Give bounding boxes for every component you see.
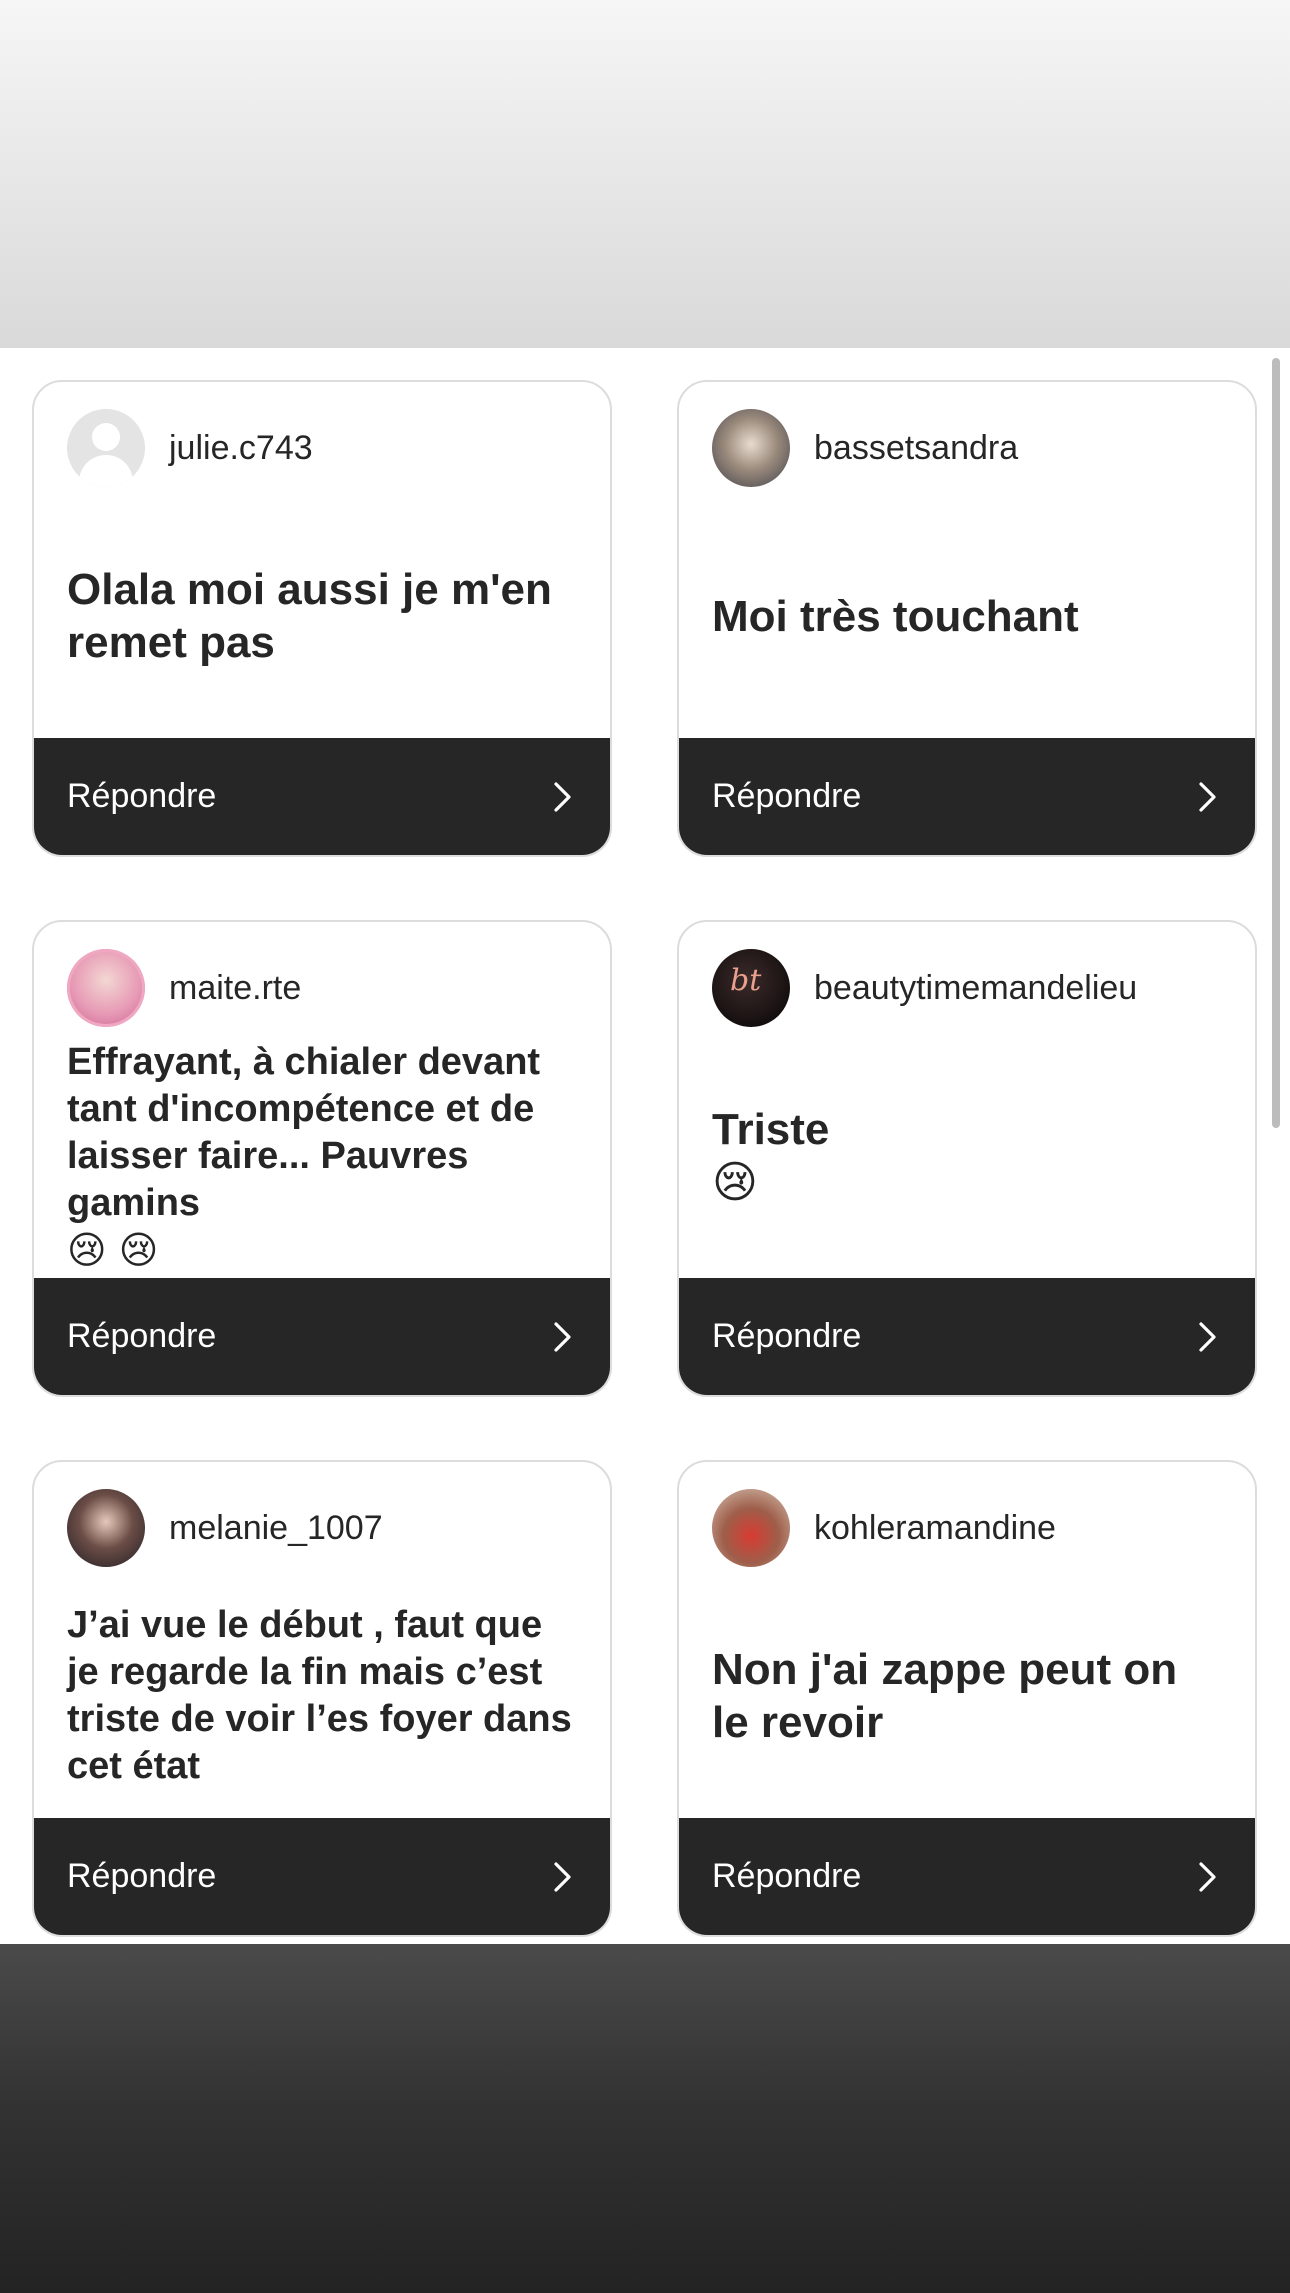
reply-label: Répondre (712, 1857, 862, 1895)
reply-button[interactable]: Répondre (679, 1818, 1255, 1935)
reply-label: Répondre (67, 777, 217, 815)
comment-body: J’ai vue le début , faut que je regarde … (67, 1604, 572, 1787)
username[interactable]: bassetsandra (814, 429, 1018, 468)
reply-label: Répondre (67, 1317, 217, 1355)
username[interactable]: kohleramandine (814, 1509, 1056, 1548)
comment-body: Effrayant, à chialer devant tant d'incom… (67, 1040, 541, 1224)
card-header: bt beautytimemandelieu (712, 949, 1137, 1027)
chevron-right-icon (1194, 1861, 1222, 1892)
story-background-top (0, 0, 1290, 348)
crying-face-emoji: 😢 😢 (67, 1227, 159, 1272)
avatar[interactable] (712, 409, 790, 487)
chevron-right-icon (1194, 781, 1222, 812)
story-background-bottom (0, 1944, 1290, 2293)
username[interactable]: beautytimemandelieu (814, 969, 1137, 1008)
avatar[interactable] (67, 1489, 145, 1567)
comment-body-wrap: Effrayant, à chialer devant tant d'incom… (67, 1039, 577, 1274)
comment-text: Moi très touchant (712, 492, 1222, 740)
comment-body: Non j'ai zappe peut on le revoir (712, 1645, 1178, 1747)
comment-body: Moi très touchant (712, 591, 1079, 641)
reply-button[interactable]: Répondre (34, 1818, 610, 1935)
card-header: melanie_1007 (67, 1489, 383, 1567)
comment-text: Effrayant, à chialer devant tant d'incom… (67, 1032, 577, 1280)
card-header: kohleramandine (712, 1489, 1056, 1567)
avatar[interactable]: bt (712, 949, 790, 1027)
card-header: julie.c743 (67, 409, 313, 487)
reply-label: Répondre (712, 1317, 862, 1355)
comment-text: Non j'ai zappe peut on le revoir (712, 1572, 1222, 1820)
comment-body: Triste (712, 1105, 830, 1154)
username[interactable]: julie.c743 (169, 429, 313, 468)
avatar[interactable] (712, 1489, 790, 1567)
reply-button[interactable]: Répondre (34, 1278, 610, 1395)
comment-card: julie.c743 Olala moi aussi je m'en remet… (32, 380, 612, 857)
reply-button[interactable]: Répondre (679, 738, 1255, 855)
comment-card: melanie_1007 J’ai vue le début , faut qu… (32, 1460, 612, 1937)
comment-card: kohleramandine Non j'ai zappe peut on le… (677, 1460, 1257, 1937)
comment-card: maite.rte Effrayant, à chialer devant ta… (32, 920, 612, 1397)
comment-text: Triste 😢 (712, 1032, 1222, 1280)
comment-card: bassetsandra Moi très touchant Répondre (677, 380, 1257, 857)
crying-face-emoji: 😢 (712, 1157, 758, 1208)
username[interactable]: melanie_1007 (169, 1509, 383, 1548)
comment-body: Olala moi aussi je m'en remet pas (67, 565, 552, 667)
card-header: bassetsandra (712, 409, 1018, 487)
comment-text: Olala moi aussi je m'en remet pas (67, 492, 577, 740)
reply-button[interactable]: Répondre (34, 738, 610, 855)
card-header: maite.rte (67, 949, 301, 1027)
comment-text: J’ai vue le début , faut que je regarde … (67, 1572, 577, 1820)
chevron-right-icon (549, 781, 577, 812)
default-user-icon[interactable] (67, 409, 145, 487)
comment-card: bt beautytimemandelieu Triste 😢 Répondre (677, 920, 1257, 1397)
reply-label: Répondre (67, 1857, 217, 1895)
chevron-right-icon (1194, 1321, 1222, 1352)
avatar[interactable] (67, 949, 145, 1027)
chevron-right-icon (549, 1861, 577, 1892)
reply-button[interactable]: Répondre (679, 1278, 1255, 1395)
chevron-right-icon (549, 1321, 577, 1352)
reply-label: Répondre (712, 777, 862, 815)
username[interactable]: maite.rte (169, 969, 301, 1008)
scrollbar[interactable] (1272, 358, 1280, 1128)
comment-body-wrap: Triste 😢 (712, 1103, 1222, 1209)
